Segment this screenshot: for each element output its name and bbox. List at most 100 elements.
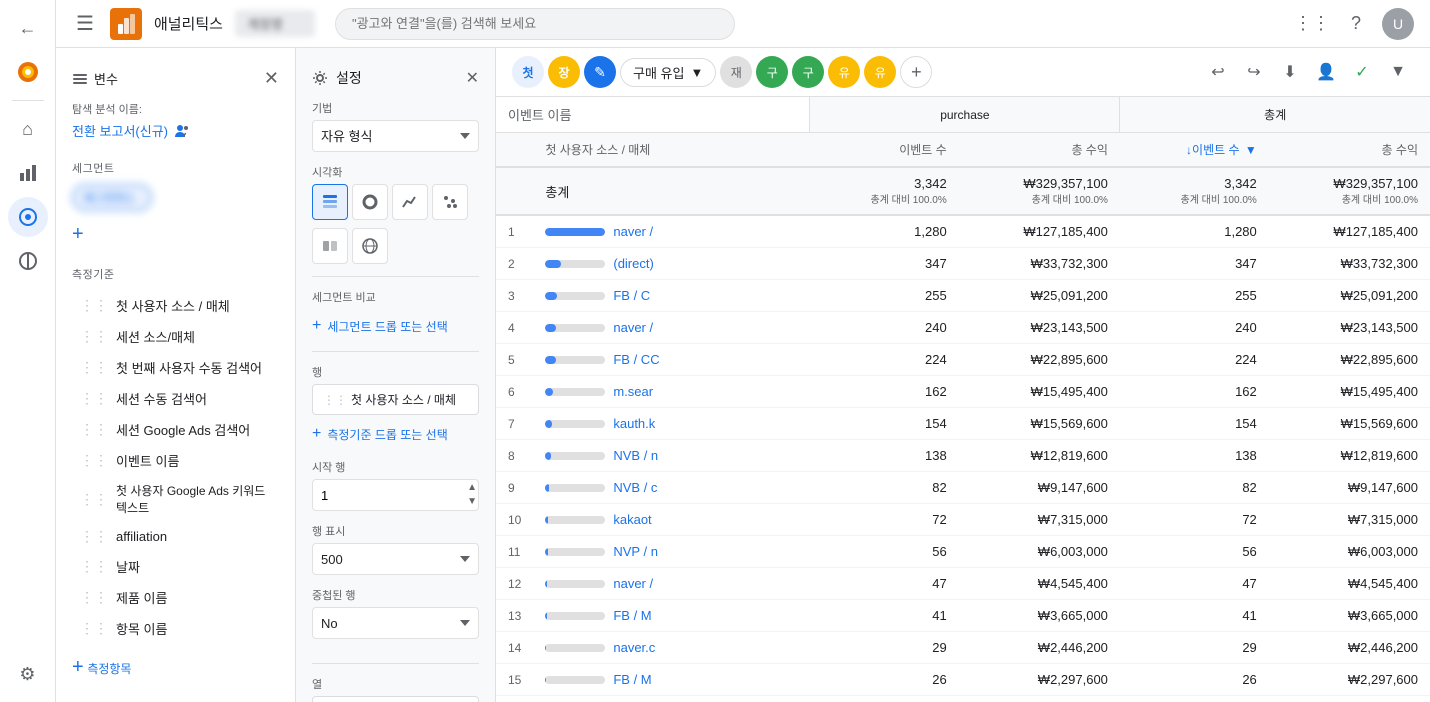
purchase-dropdown[interactable]: 구매 유입 ▼ bbox=[620, 58, 716, 87]
grid-icon[interactable]: ⋮⋮ bbox=[1294, 6, 1330, 42]
metric-item-4[interactable]: ⋮⋮ 세션 Google Ads 검색어 bbox=[64, 414, 287, 445]
metric-item-9[interactable]: ⋮⋮ 제품 이름 bbox=[64, 582, 287, 613]
metric-item-6[interactable]: ⋮⋮ 첫 사용자 Google Ads 키워드 텍스트 bbox=[64, 476, 287, 522]
row-name[interactable]: FB / M bbox=[533, 664, 809, 696]
row-name[interactable]: naver / bbox=[533, 568, 809, 600]
row-s-revenue: ₩12,819,600 bbox=[1269, 440, 1430, 472]
viz-scatter-btn[interactable] bbox=[432, 184, 468, 220]
g-btn[interactable]: 구 bbox=[756, 56, 788, 88]
row-name[interactable]: naver / bbox=[533, 312, 809, 344]
add-metric-btn[interactable]: + bbox=[72, 656, 84, 678]
metric-item-5[interactable]: ⋮⋮ 이벤트 이름 bbox=[64, 445, 287, 476]
metric-label-8: 날짜 bbox=[116, 557, 140, 576]
add-row-icon: + bbox=[312, 425, 321, 443]
u2-btn[interactable]: 유 bbox=[864, 56, 896, 88]
add-row-btn[interactable]: + 측정기준 드롭 또는 선택 bbox=[312, 421, 479, 447]
variables-close[interactable]: ✕ bbox=[264, 68, 279, 89]
add-col-btn[interactable]: + bbox=[900, 56, 932, 88]
row-num: 9 bbox=[496, 472, 533, 504]
first-btn[interactable]: 첫 bbox=[512, 56, 544, 88]
col-chip[interactable]: ⋮⋮ 이벤트 이름 bbox=[312, 696, 479, 702]
row-num: 11 bbox=[496, 536, 533, 568]
nav-reports-icon[interactable] bbox=[8, 153, 48, 193]
edit-btn[interactable]: ✎ bbox=[584, 56, 616, 88]
row-name[interactable]: kauth.k bbox=[533, 408, 809, 440]
download-icon[interactable]: ⬇ bbox=[1274, 56, 1306, 88]
settings-divider-2 bbox=[312, 351, 479, 352]
row-chip[interactable]: ⋮⋮ 첫 사용자 소스 / 매체 bbox=[312, 384, 479, 415]
add-metric-label[interactable]: 측정항목 bbox=[87, 662, 131, 676]
chevron-icon[interactable]: ▼ bbox=[1382, 56, 1414, 88]
metric-item-2[interactable]: ⋮⋮ 첫 번째 사용자 수동 검색어 bbox=[64, 352, 287, 383]
row-name[interactable]: NVP / n bbox=[533, 536, 809, 568]
check-icon[interactable]: ✓ bbox=[1346, 56, 1378, 88]
nav-back-icon[interactable]: ← bbox=[8, 8, 48, 48]
add-segment-btn[interactable]: + 세그먼트 드롭 또는 선택 bbox=[312, 313, 479, 339]
metric-item-7[interactable]: ⋮⋮ affiliation bbox=[64, 522, 287, 551]
variables-title: 변수 bbox=[94, 69, 118, 88]
row-s-events: 255 bbox=[1120, 280, 1269, 312]
row-name[interactable]: m.sear bbox=[533, 376, 809, 408]
segment-chip-all[interactable]: 세그먼트1 bbox=[72, 184, 152, 211]
help-icon[interactable]: ? bbox=[1338, 6, 1374, 42]
row-name[interactable]: (direct) bbox=[533, 248, 809, 280]
technique-select[interactable]: 자유 형식 bbox=[312, 120, 479, 152]
row-name[interactable]: kakaot bbox=[533, 504, 809, 536]
metric-label-7: affiliation bbox=[116, 529, 167, 544]
share-icon[interactable]: 👤 bbox=[1310, 56, 1342, 88]
num-col-header bbox=[496, 133, 533, 168]
row-name[interactable]: FB / C bbox=[533, 280, 809, 312]
row-section-label: 행 bbox=[312, 364, 479, 380]
redo-icon[interactable]: ↪ bbox=[1238, 56, 1270, 88]
avatar[interactable]: U bbox=[1382, 8, 1414, 40]
reload-btn[interactable]: 재 bbox=[720, 56, 752, 88]
settings-close-icon[interactable]: ✕ bbox=[466, 68, 479, 88]
row-name[interactable]: FB / A bbox=[533, 696, 809, 702]
account-selector[interactable]: 계정명 bbox=[235, 10, 315, 37]
search-bar[interactable] bbox=[335, 8, 735, 40]
settings-section: 설정 ✕ 기법 자유 형식 시각화 bbox=[296, 60, 495, 702]
row-name[interactable]: naver.c bbox=[533, 632, 809, 664]
viz-align-btn[interactable] bbox=[312, 228, 348, 264]
spinners[interactable]: ▲ ▼ bbox=[467, 481, 477, 509]
nested-row-select[interactable]: No bbox=[312, 607, 479, 639]
metric-item-10[interactable]: ⋮⋮ 항목 이름 bbox=[64, 613, 287, 644]
spin-down[interactable]: ▼ bbox=[467, 495, 477, 509]
viz-globe-btn[interactable] bbox=[352, 228, 388, 264]
table-row: 2 (direct) 347 ₩33,732,300 347 ₩33,732,3… bbox=[496, 248, 1430, 280]
nav-explore-icon[interactable] bbox=[8, 197, 48, 237]
viz-donut-btn[interactable] bbox=[352, 184, 388, 220]
row-name[interactable]: FB / CC bbox=[533, 344, 809, 376]
viz-table-btn[interactable] bbox=[312, 184, 348, 220]
nav-settings-icon[interactable]: ⚙ bbox=[8, 654, 48, 694]
nav-advertising-icon[interactable] bbox=[8, 241, 48, 281]
metric-item-3[interactable]: ⋮⋮ 세션 수동 검색어 bbox=[64, 383, 287, 414]
u-btn[interactable]: 유 bbox=[828, 56, 860, 88]
row-name[interactable]: naver / bbox=[533, 215, 809, 248]
g2-btn[interactable]: 구 bbox=[792, 56, 824, 88]
row-s-events: 82 bbox=[1120, 472, 1269, 504]
metric-item-0[interactable]: ⋮⋮ 첫 사용자 소스 / 매체 bbox=[64, 290, 287, 321]
add-segment-btn[interactable]: + bbox=[72, 223, 84, 245]
row-events: 1,280 bbox=[810, 215, 959, 248]
analysis-name[interactable]: 전환 보고서(신규) bbox=[56, 119, 295, 148]
spin-up[interactable]: ▲ bbox=[467, 481, 477, 495]
menu-icon[interactable]: ☰ bbox=[72, 7, 98, 40]
row-name[interactable]: NVB / c bbox=[533, 472, 809, 504]
summary-event-count-col-header[interactable]: ↓이벤트 수 ▼ bbox=[1120, 133, 1269, 168]
start-row-input[interactable] bbox=[312, 479, 479, 511]
row-name[interactable]: NVB / n bbox=[533, 440, 809, 472]
save-btn[interactable]: 장 bbox=[548, 56, 580, 88]
row-events: 72 bbox=[810, 504, 959, 536]
nav-logo-icon[interactable] bbox=[8, 52, 48, 92]
search-input[interactable] bbox=[335, 8, 735, 40]
row-name[interactable]: FB / M bbox=[533, 600, 809, 632]
row-display-select[interactable]: 500 bbox=[312, 543, 479, 575]
row-num: 6 bbox=[496, 376, 533, 408]
viz-line-btn[interactable] bbox=[392, 184, 428, 220]
metric-item-8[interactable]: ⋮⋮ 날짜 bbox=[64, 551, 287, 582]
metric-item-1[interactable]: ⋮⋮ 세션 소스/매체 bbox=[64, 321, 287, 352]
nav-home-icon[interactable]: ⌂ bbox=[8, 109, 48, 149]
undo-icon[interactable]: ↩ bbox=[1202, 56, 1234, 88]
summary-revenue-col-header: 총 수익 bbox=[1269, 133, 1430, 168]
